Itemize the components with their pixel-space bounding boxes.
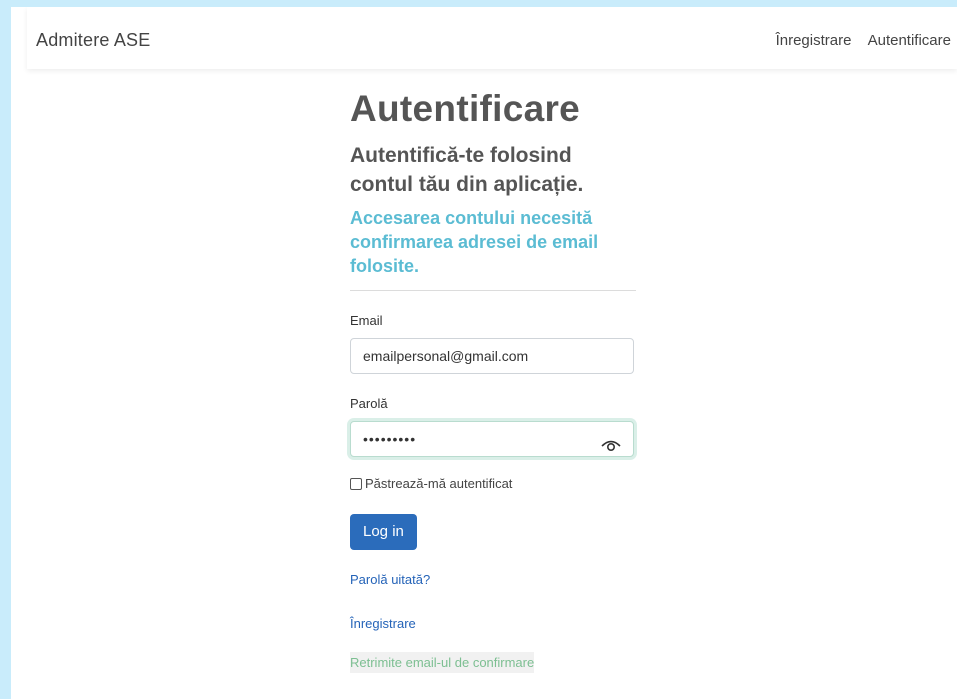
email-field[interactable]: emailpersonal@gmail.com <box>350 338 634 374</box>
navbar: Admitere ASE Înregistrare Autentificare <box>27 7 957 69</box>
brand-link[interactable]: Admitere ASE <box>36 30 150 51</box>
nav-links: Înregistrare Autentificare <box>764 32 951 49</box>
email-label: Email <box>350 313 383 328</box>
register-link[interactable]: Înregistrare <box>350 616 636 631</box>
remember-me-label[interactable]: Păstrează-mă autentificat <box>365 476 512 491</box>
login-section: Autentificare Autentifică-te folosind co… <box>350 85 636 673</box>
remember-me-row: Păstrează-mă autentificat <box>350 476 636 491</box>
nav-link-register[interactable]: Înregistrare <box>776 32 852 49</box>
forgot-password-link[interactable]: Parolă uitată? <box>350 572 636 587</box>
confirmation-notice: Accesarea contului necesită confirmarea … <box>350 208 599 276</box>
page-title: Autentificare <box>350 88 581 129</box>
page-subtitle: Autentifică-te folosind contul tău din a… <box>350 144 584 196</box>
resend-confirmation-link[interactable]: Retrimite email-ul de confirmare <box>350 652 535 673</box>
divider <box>350 290 636 291</box>
password-label: Parolă <box>350 396 388 411</box>
remember-me-checkbox[interactable] <box>350 477 362 490</box>
password-field[interactable]: ••••••••• <box>350 421 634 457</box>
login-button[interactable]: Log in <box>350 514 417 550</box>
browser-viewport: Admitere ASE Înregistrare Autentificare … <box>11 7 957 699</box>
password-value: ••••••••• <box>363 431 417 447</box>
email-value: emailpersonal@gmail.com <box>363 348 529 364</box>
nav-link-login[interactable]: Autentificare <box>868 32 951 49</box>
eye-icon[interactable] <box>601 431 621 452</box>
